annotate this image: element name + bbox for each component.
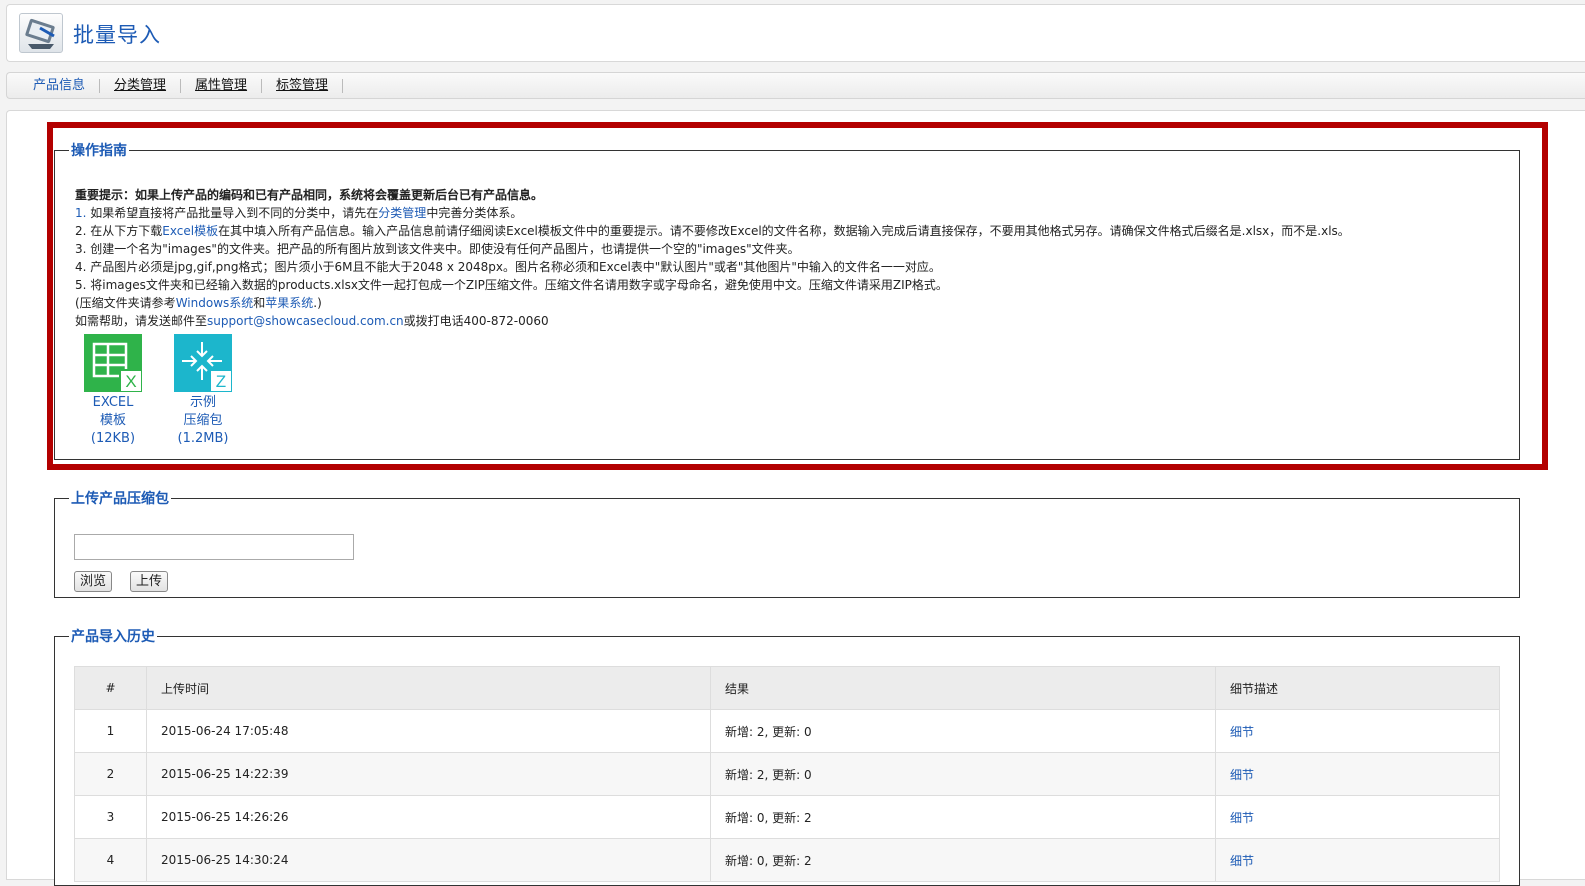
table-row: 1 2015-06-24 17:05:48 新增: 2, 更新: 0 细节 [74,709,1500,753]
upload-legend: 上传产品压缩包 [71,491,169,507]
column-header-upload-time: 上传时间 [146,666,711,710]
detail-link[interactable]: 细节 [1230,811,1254,825]
column-header-result: 结果 [710,666,1216,710]
page-title: 批量导入 [73,23,161,47]
detail-link[interactable]: 细节 [1230,768,1254,782]
tab-product-info[interactable]: 产品信息 [19,78,101,93]
table-row: 4 2015-06-25 14:30:24 新增: 0, 更新: 2 细节 [74,838,1500,882]
file-path-input[interactable] [74,534,354,560]
import-icon [19,13,63,53]
page-header: 批量导入 [6,4,1585,62]
upload-section: 上传产品压缩包 浏览 上传 [54,488,1520,598]
tab-attribute-management[interactable]: 属性管理 [181,78,263,93]
upload-button[interactable]: 上传 [130,571,169,592]
history-legend: 产品导入历史 [71,629,155,645]
history-table: # 上传时间 结果 细节描述 1 2015-06-24 17:05:48 新增:… [74,666,1500,882]
tab-tag-management[interactable]: 标签管理 [262,78,344,93]
browse-button[interactable]: 浏览 [74,571,113,592]
detail-link[interactable]: 细节 [1230,854,1254,868]
history-section: 产品导入历史 # 上传时间 结果 细节描述 1 2015-06-24 17:05… [54,626,1520,886]
tab-category-management[interactable]: 分类管理 [100,78,182,93]
detail-link[interactable]: 细节 [1230,725,1254,739]
tab-bar: 产品信息 分类管理 属性管理 标签管理 [6,72,1585,99]
table-row: 2 2015-06-25 14:22:39 新增: 2, 更新: 0 细节 [74,752,1500,796]
table-header-row: # 上传时间 结果 细节描述 [74,666,1500,710]
column-header-detail: 细节描述 [1215,666,1500,710]
highlight-frame [47,122,1548,470]
table-row: 3 2015-06-25 14:26:26 新增: 0, 更新: 2 细节 [74,795,1500,839]
column-header-number: # [74,666,147,710]
